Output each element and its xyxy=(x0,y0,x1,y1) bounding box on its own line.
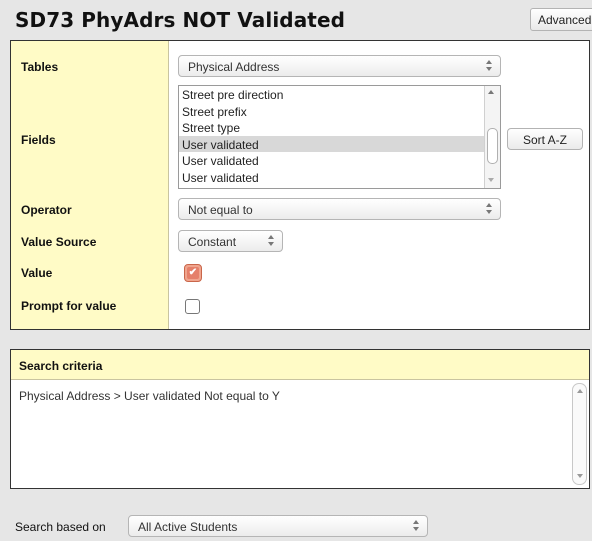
checkmark-icon: ✔ xyxy=(187,267,199,279)
search-criteria-panel: Search criteria Physical Address > User … xyxy=(10,349,590,489)
prompt-for-value-checkbox[interactable] xyxy=(185,299,200,314)
select-arrows-icon xyxy=(268,234,276,248)
scroll-up-icon[interactable] xyxy=(577,389,583,393)
advanced-button[interactable]: Advanced xyxy=(530,8,592,31)
search-based-on-value: All Active Students xyxy=(138,520,238,534)
search-criteria-text[interactable]: Physical Address > User validated Not eq… xyxy=(19,389,280,403)
list-item[interactable]: Street type xyxy=(179,119,500,136)
select-arrows-icon xyxy=(486,59,494,73)
select-arrows-icon xyxy=(413,519,421,533)
scroll-down-icon[interactable] xyxy=(577,474,583,478)
scroll-down-icon[interactable] xyxy=(488,178,494,182)
list-item[interactable]: Street pre direction xyxy=(179,86,500,103)
list-item[interactable]: User validated xyxy=(179,169,500,186)
tables-select[interactable]: Physical Address xyxy=(178,55,501,77)
list-item[interactable]: Street prefix xyxy=(179,103,500,120)
label-column xyxy=(11,41,169,329)
criteria-panel: Tables Physical Address Fields Street pr… xyxy=(10,40,590,330)
scroll-up-icon[interactable] xyxy=(488,90,494,94)
select-arrows-icon xyxy=(486,202,494,216)
fields-label: Fields xyxy=(21,133,56,147)
list-item[interactable]: User validated xyxy=(179,152,500,169)
page-title: SD73 PhyAdrs NOT Validated xyxy=(15,8,346,32)
value-source-select-value: Constant xyxy=(188,235,237,249)
tables-label: Tables xyxy=(21,60,59,74)
operator-select[interactable]: Not equal to xyxy=(178,198,501,220)
prompt-for-value-label: Prompt for value xyxy=(21,299,117,313)
search-criteria-scrollbar[interactable] xyxy=(572,383,587,485)
value-checkbox[interactable]: ✔ xyxy=(184,264,202,282)
search-based-on-label: Search based on xyxy=(15,520,106,534)
value-label: Value xyxy=(21,266,53,280)
tables-select-value: Physical Address xyxy=(188,60,280,74)
sort-a-z-button[interactable]: Sort A-Z xyxy=(507,128,583,150)
scroll-thumb[interactable] xyxy=(487,128,498,164)
search-based-on-select[interactable]: All Active Students xyxy=(128,515,428,537)
value-source-label: Value Source xyxy=(21,235,97,249)
list-item-selected[interactable]: User validated xyxy=(179,135,500,153)
fields-listbox[interactable]: Street pre direction Street prefix Stree… xyxy=(178,85,501,189)
search-criteria-header: Search criteria xyxy=(11,350,589,380)
operator-select-value: Not equal to xyxy=(188,203,253,217)
value-source-select[interactable]: Constant xyxy=(178,230,283,252)
operator-label: Operator xyxy=(21,203,72,217)
fields-scrollbar[interactable] xyxy=(484,86,500,188)
